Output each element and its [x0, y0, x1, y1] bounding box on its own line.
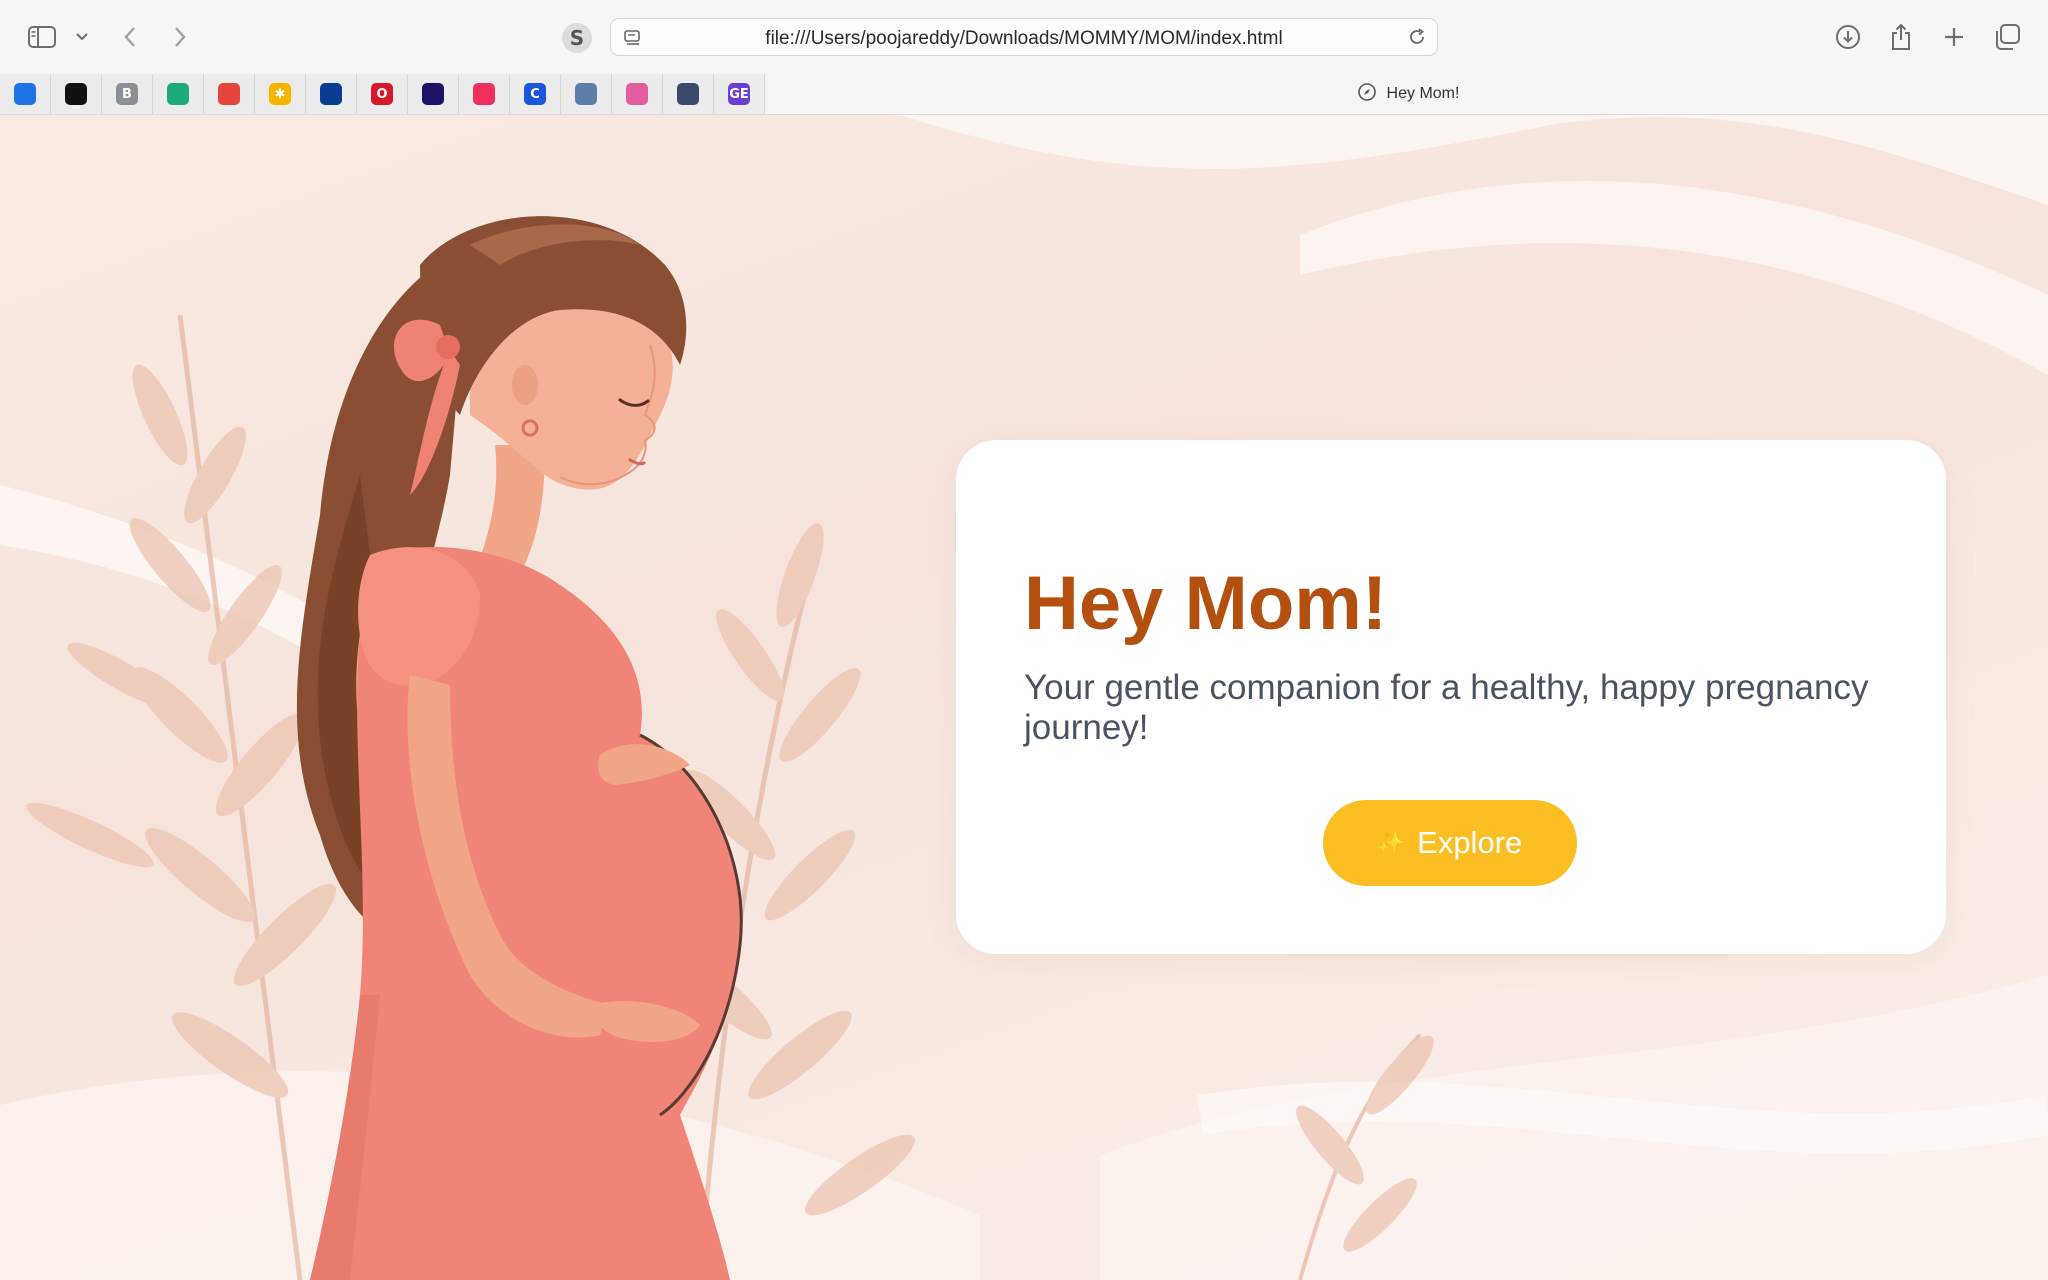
- pregnant-woman-illustration: [296, 216, 743, 1280]
- pinned-tab[interactable]: C: [510, 74, 561, 114]
- hero-title: Hey Mom!: [1024, 561, 1388, 646]
- pinned-tab[interactable]: GE: [714, 74, 765, 114]
- explore-button[interactable]: ✨ Explore: [1323, 800, 1577, 886]
- sidebar-icon[interactable]: [22, 17, 62, 57]
- pinned-tab[interactable]: [408, 74, 459, 114]
- pinned-tab[interactable]: B: [102, 74, 153, 114]
- site-settings-icon[interactable]: S: [562, 23, 592, 53]
- pinned-tab[interactable]: [204, 74, 255, 114]
- pinned-tab[interactable]: [51, 74, 102, 114]
- walmart-icon: ✱: [269, 83, 291, 105]
- opera-icon: O: [371, 83, 393, 105]
- skier-icon: [320, 83, 342, 105]
- brain-icon: [575, 83, 597, 105]
- feather-icon: [473, 83, 495, 105]
- downloads-icon[interactable]: [1828, 17, 1868, 57]
- browser-toolbar: S file:///Users/poojareddy/Downloads/MOM…: [0, 0, 2048, 74]
- back-icon[interactable]: [110, 17, 150, 57]
- circle-c-icon: [14, 83, 36, 105]
- camera-icon: [422, 83, 444, 105]
- pinned-tabs: B ✱ O C GE: [0, 74, 765, 114]
- hero-subtitle: Your gentle companion for a healthy, hap…: [1024, 668, 1869, 747]
- pinned-tab[interactable]: [561, 74, 612, 114]
- pinned-tab[interactable]: [0, 74, 51, 114]
- chrome-icon: [218, 83, 240, 105]
- tab-hey-mom[interactable]: Hey Mom!: [768, 74, 2048, 114]
- page-viewport: Hey Mom! Your gentle companion for a hea…: [0, 115, 2048, 1280]
- chevron-down-icon[interactable]: [62, 17, 102, 57]
- address-bar[interactable]: file:///Users/poojareddy/Downloads/MOMMY…: [610, 18, 1438, 56]
- pinned-tab[interactable]: [306, 74, 357, 114]
- reload-icon[interactable]: [1407, 27, 1427, 52]
- compass-icon: [1357, 82, 1377, 107]
- forward-icon[interactable]: [160, 17, 200, 57]
- gradient-icon: [626, 83, 648, 105]
- share-icon[interactable]: [1881, 17, 1921, 57]
- github-icon: [65, 83, 87, 105]
- pinned-tab[interactable]: O: [357, 74, 408, 114]
- url-text[interactable]: file:///Users/poojareddy/Downloads/MOMMY…: [611, 28, 1437, 50]
- hero-card: Hey Mom! Your gentle companion for a hea…: [956, 440, 1946, 954]
- seal-icon: [677, 83, 699, 105]
- c-icon: C: [524, 83, 546, 105]
- b-icon: B: [116, 83, 138, 105]
- pinned-tab[interactable]: [153, 74, 204, 114]
- ge-icon: GE: [728, 83, 750, 105]
- sparkle-icon: ✨: [1377, 830, 1406, 855]
- tab-title: Hey Mom!: [1386, 85, 1460, 102]
- tab-bar: B ✱ O C GE Hey Mom!: [0, 74, 2048, 115]
- pinned-tab[interactable]: [612, 74, 663, 114]
- pinned-tab[interactable]: [663, 74, 714, 114]
- pinned-tab[interactable]: ✱: [255, 74, 306, 114]
- explore-button-label: Explore: [1417, 825, 1523, 860]
- tab-overview-icon[interactable]: [1987, 17, 2027, 57]
- pinned-tab[interactable]: [459, 74, 510, 114]
- robot-icon: [167, 83, 189, 105]
- new-tab-icon[interactable]: [1934, 17, 1974, 57]
